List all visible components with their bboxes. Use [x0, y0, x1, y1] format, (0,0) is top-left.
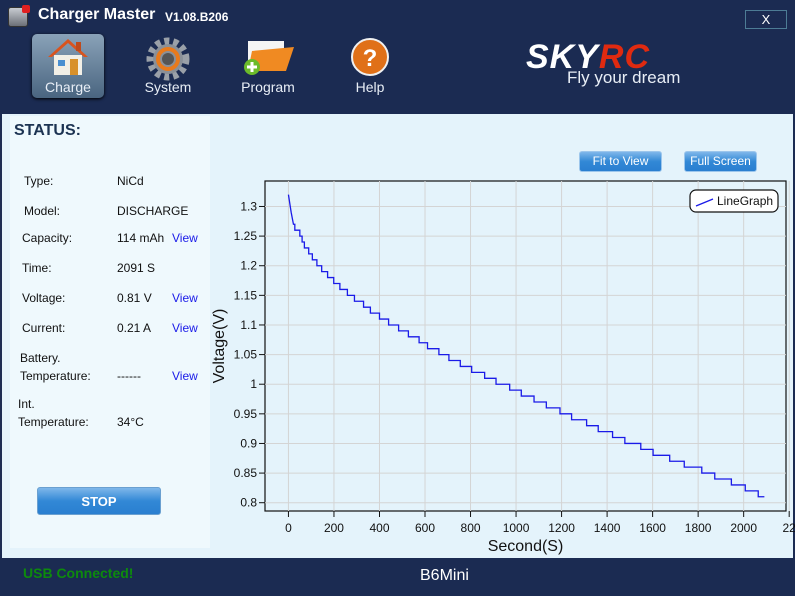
stop-button[interactable]: STOP	[37, 487, 161, 515]
capacity-view-link[interactable]: View	[172, 231, 198, 245]
status-value-type: NiCd	[117, 174, 144, 188]
current-view-link[interactable]: View	[172, 321, 198, 335]
status-value-model: DISCHARGE	[117, 204, 189, 218]
toolbar-help-button[interactable]: ? Help	[334, 34, 406, 98]
app-icon	[8, 5, 30, 27]
app-version: V1.08.B206	[165, 10, 229, 24]
status-key-current: Current:	[22, 321, 66, 335]
status-title: STATUS:	[14, 122, 81, 139]
toolbar-charge-button[interactable]: Charge	[32, 34, 104, 98]
status-key-model: Model:	[24, 204, 61, 218]
full-screen-button[interactable]: Full Screen	[684, 151, 757, 172]
app-title: Charger Master	[38, 6, 156, 23]
toolbar-label: Program	[241, 79, 295, 95]
close-button[interactable]: X	[745, 10, 787, 29]
status-value-current: 0.21 A	[117, 321, 152, 335]
toolbar-program-button[interactable]: Program	[232, 34, 304, 98]
status-value-capacity: 114 mAh	[117, 231, 165, 245]
status-value-voltage: 0.81 V	[117, 291, 152, 305]
status-key-battery: Battery.	[20, 351, 61, 365]
status-value-battery-temp: ------	[117, 369, 141, 383]
status-key-battery-temp: Temperature:	[20, 369, 91, 383]
usb-status: USB Connected!	[23, 565, 134, 581]
status-value-int-temp: 34°C	[117, 415, 144, 429]
battery-temp-view-link[interactable]: View	[172, 369, 198, 383]
svg-text:?: ?	[363, 45, 378, 72]
status-key-capacity: Capacity:	[22, 231, 73, 245]
toolbar-system-button[interactable]: System	[132, 34, 204, 98]
voltage-view-link[interactable]: View	[172, 291, 198, 305]
house-icon	[48, 39, 88, 75]
status-value-time: 2091 S	[117, 261, 156, 275]
folder-add-icon	[244, 41, 294, 75]
status-key-type: Type:	[24, 174, 54, 188]
status-key-int: Int.	[18, 397, 35, 411]
help-icon: ?	[351, 38, 389, 76]
status-key-voltage: Voltage:	[22, 291, 66, 305]
status-key-time: Time:	[22, 261, 52, 275]
device-name: B6Mini	[420, 567, 469, 584]
brand-slogan: Fly your dream	[567, 68, 681, 87]
status-key-int-temp: Temperature:	[18, 415, 89, 429]
toolbar-label: System	[144, 79, 192, 95]
gear-icon	[146, 37, 190, 81]
toolbar-label: Help	[355, 79, 385, 95]
toolbar-label: Charge	[45, 79, 91, 95]
fit-to-view-button[interactable]: Fit to View	[579, 151, 662, 172]
